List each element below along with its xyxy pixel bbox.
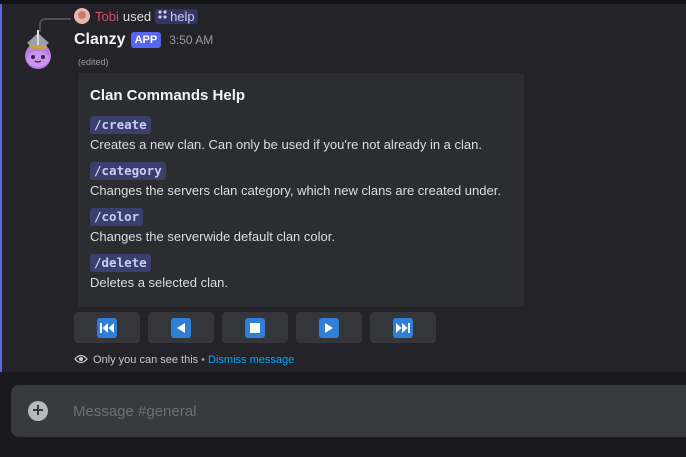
last-page-icon <box>393 317 413 338</box>
message-timestamp[interactable]: 3:50 AM <box>169 33 213 47</box>
stop-button[interactable] <box>222 312 288 343</box>
command-description: Deletes a selected clan. <box>90 275 229 290</box>
last-page-button[interactable] <box>370 312 436 343</box>
next-page-icon <box>319 317 339 338</box>
chat-area: Tobi used help Clanzy APP 3:50 AM (edite… <box>0 0 686 372</box>
command-name[interactable]: /color <box>90 208 144 226</box>
reply-command-name: help <box>170 8 195 24</box>
dismiss-message-link[interactable]: Dismiss message <box>208 354 294 366</box>
command-description: Creates a new clan. Can only be used if … <box>90 137 482 152</box>
command-name[interactable]: /category <box>90 162 166 180</box>
command-entry: /delete Deletes a selected clan. <box>90 254 228 290</box>
command-name[interactable]: /delete <box>90 254 151 272</box>
embed-title: Clan Commands Help <box>90 87 246 104</box>
bot-avatar[interactable] <box>18 29 58 69</box>
command-name[interactable]: /create <box>90 116 151 134</box>
plus-icon <box>33 402 43 420</box>
first-page-button[interactable] <box>74 312 140 343</box>
separator: • <box>201 354 206 366</box>
slash-command-icon <box>158 10 167 22</box>
previous-page-icon <box>171 317 191 338</box>
eye-icon <box>74 353 88 368</box>
command-entry: /category Changes the servers clan categ… <box>90 162 501 198</box>
ephemeral-text: Only you can see this <box>93 354 199 366</box>
next-page-button[interactable] <box>296 312 362 343</box>
reply-username[interactable]: Tobi <box>95 9 119 24</box>
author-name[interactable]: Clanzy <box>74 31 126 49</box>
message-input[interactable] <box>73 385 633 437</box>
command-entry: /color Changes the serverwide default cl… <box>90 208 335 244</box>
first-page-icon <box>97 317 117 338</box>
add-attachment-button[interactable] <box>28 401 48 421</box>
command-description: Changes the servers clan category, which… <box>90 183 501 198</box>
command-description: Changes the serverwide default clan colo… <box>90 229 335 244</box>
reply-context[interactable]: Tobi used help <box>74 7 198 25</box>
edited-indicator: (edited) <box>78 57 109 67</box>
message-composer <box>11 385 686 437</box>
reply-used-label: used <box>122 8 152 24</box>
pagination-buttons <box>74 312 436 343</box>
ephemeral-notice: Only you can see this • Dismiss message <box>74 352 294 368</box>
stop-icon <box>245 317 265 338</box>
app-badge: APP <box>130 32 162 48</box>
previous-page-button[interactable] <box>148 312 214 343</box>
reply-command[interactable]: help <box>155 8 198 24</box>
help-embed: Clan Commands Help /create Creates a new… <box>74 73 524 307</box>
reply-avatar[interactable] <box>74 8 90 24</box>
command-entry: /create Creates a new clan. Can only be … <box>90 116 482 152</box>
message-header: Clanzy APP 3:50 AM <box>74 29 213 51</box>
